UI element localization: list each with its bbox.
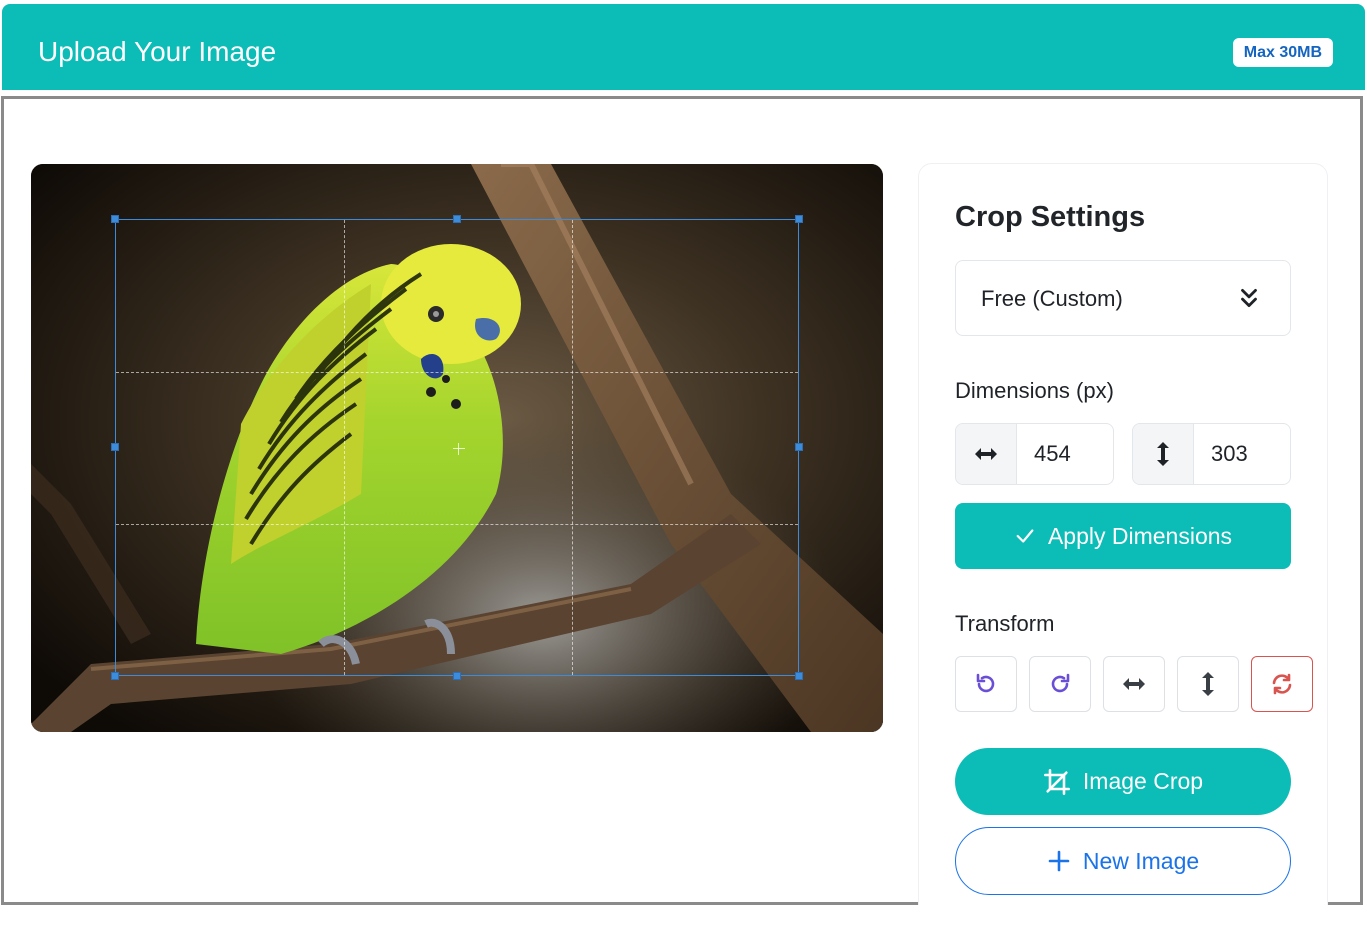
crop-handle-bottom-left[interactable] <box>111 672 119 680</box>
check-icon <box>1016 529 1034 543</box>
flip-vertical-button[interactable] <box>1177 656 1239 712</box>
width-field-group <box>955 423 1114 485</box>
rotate-left-button[interactable] <box>955 656 1017 712</box>
page-title: Upload Your Image <box>38 36 277 67</box>
rotate-right-icon <box>1051 673 1070 693</box>
aspect-ratio-select[interactable]: Free (Custom) <box>955 260 1291 336</box>
page-footer-space <box>0 905 1367 933</box>
crop-area[interactable] <box>111 215 803 680</box>
width-input[interactable] <box>1017 424 1113 484</box>
crop-handle-top-right[interactable] <box>795 215 803 223</box>
image-preview[interactable] <box>31 164 883 732</box>
reset-icon <box>1272 673 1292 695</box>
crop-handle-right[interactable] <box>795 443 803 451</box>
aspect-ratio-value: Free (Custom) <box>981 286 1123 311</box>
flip-horizontal-button[interactable] <box>1103 656 1165 712</box>
height-field-group <box>1132 423 1291 485</box>
crop-grid-line <box>572 220 573 675</box>
rotate-right-button[interactable] <box>1029 656 1091 712</box>
arrows-vertical-icon <box>1133 424 1194 484</box>
new-image-label: New Image <box>1082 847 1200 874</box>
flip-vertical-icon <box>1202 672 1214 696</box>
apply-dimensions-label: Apply Dimensions <box>1047 522 1233 549</box>
crop-icon <box>1043 768 1070 795</box>
plus-icon <box>1048 850 1070 872</box>
crop-grid-line <box>116 372 798 373</box>
dimensions-label: Dimensions (px) <box>955 378 1114 403</box>
new-image-button[interactable]: New Image <box>955 827 1291 895</box>
max-size-badge: Max 30MB <box>1232 38 1333 67</box>
crop-handle-left[interactable] <box>111 443 119 451</box>
image-crop-button[interactable]: Image Crop <box>955 748 1291 815</box>
crop-settings-title: Crop Settings <box>955 201 1146 233</box>
crop-center-mark <box>453 443 465 455</box>
flip-horizontal-icon <box>1123 678 1145 690</box>
rotate-left-icon <box>976 673 995 693</box>
crop-handle-top-left[interactable] <box>111 215 119 223</box>
height-input[interactable] <box>1194 424 1290 484</box>
crop-grid-line <box>344 220 345 675</box>
crop-handle-top[interactable] <box>453 215 461 223</box>
arrows-horizontal-icon <box>956 424 1017 484</box>
reset-transform-button[interactable] <box>1251 656 1313 712</box>
crop-grid-line <box>116 524 798 525</box>
crop-handle-bottom-right[interactable] <box>795 672 803 680</box>
transform-label: Transform <box>955 611 1055 636</box>
crop-handle-bottom[interactable] <box>453 672 461 680</box>
upload-header: Upload Your Image Max 30MB <box>2 4 1365 90</box>
apply-dimensions-button[interactable]: Apply Dimensions <box>955 503 1291 569</box>
image-crop-label: Image Crop <box>1082 768 1204 794</box>
double-chevron-down-icon <box>1241 289 1257 307</box>
